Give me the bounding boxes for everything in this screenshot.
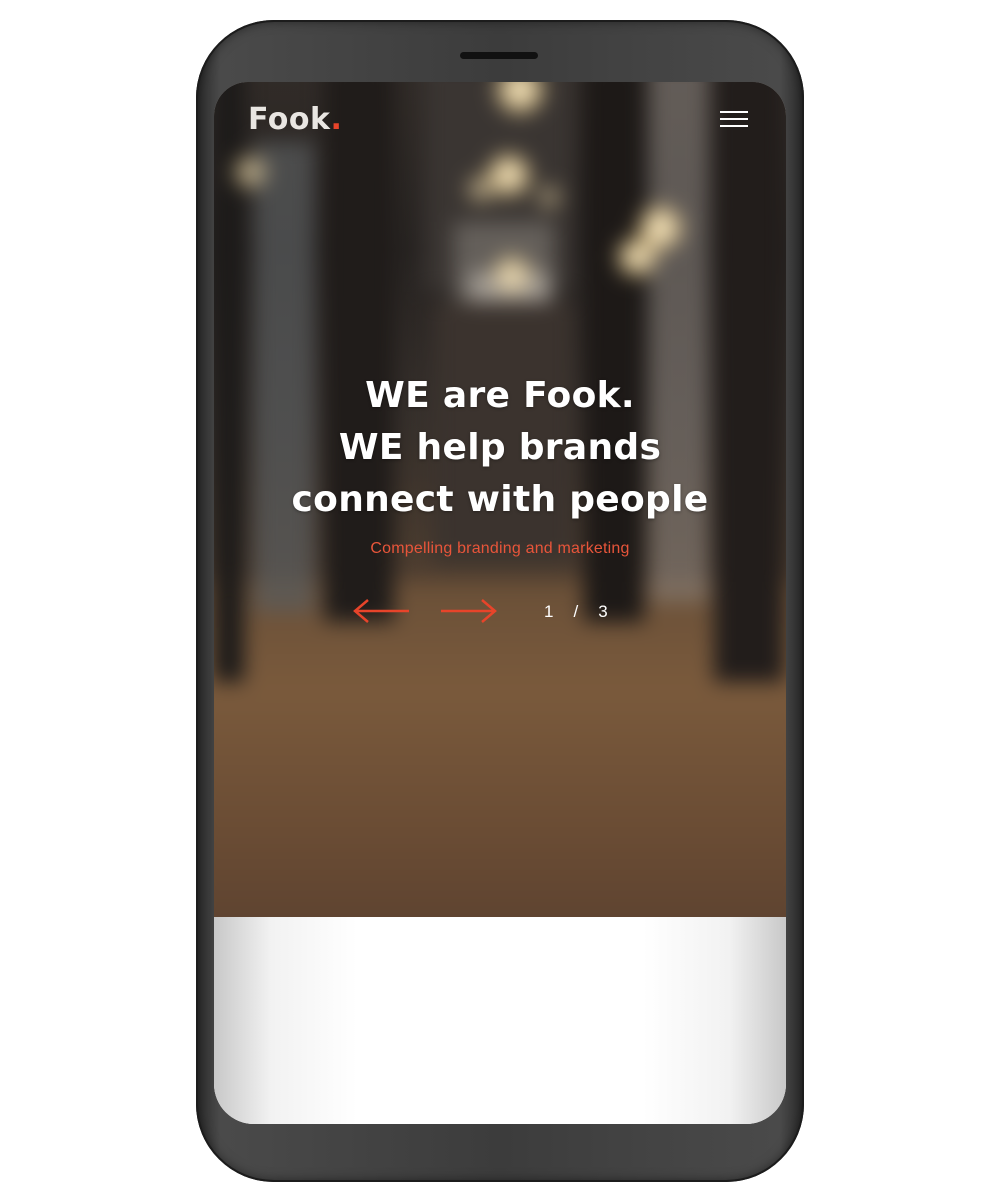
hero-headline: WE are Fook. WE help brands connect with… [214,370,786,526]
content-area [214,917,786,1124]
slide-separator: / [573,602,579,621]
slider-prev-button[interactable] [352,596,412,626]
arrow-left-icon [353,599,409,623]
phone-screen: Fook. WE are Fook. WE help brands connec… [214,82,786,1124]
phone-speaker [460,52,538,59]
slider-next-button[interactable] [438,596,498,626]
arrow-right-icon [441,599,497,623]
headline-line: WE are Fook. [365,375,635,416]
slide-counter: 1 / 3 [544,602,608,622]
slide-total: 3 [598,602,608,621]
logo-text: Fook [248,102,331,137]
slide-current: 1 [544,602,554,621]
hero-subheadline: Compelling branding and marketing [370,540,630,557]
headline-line: connect with people [291,479,709,520]
headline-line: WE help brands [338,427,662,468]
device-mockup: Fook. WE are Fook. WE help brands connec… [0,0,1000,1200]
hamburger-menu-icon[interactable] [720,110,750,130]
logo-dot: . [330,102,343,137]
brand-logo[interactable]: Fook. [248,102,342,137]
